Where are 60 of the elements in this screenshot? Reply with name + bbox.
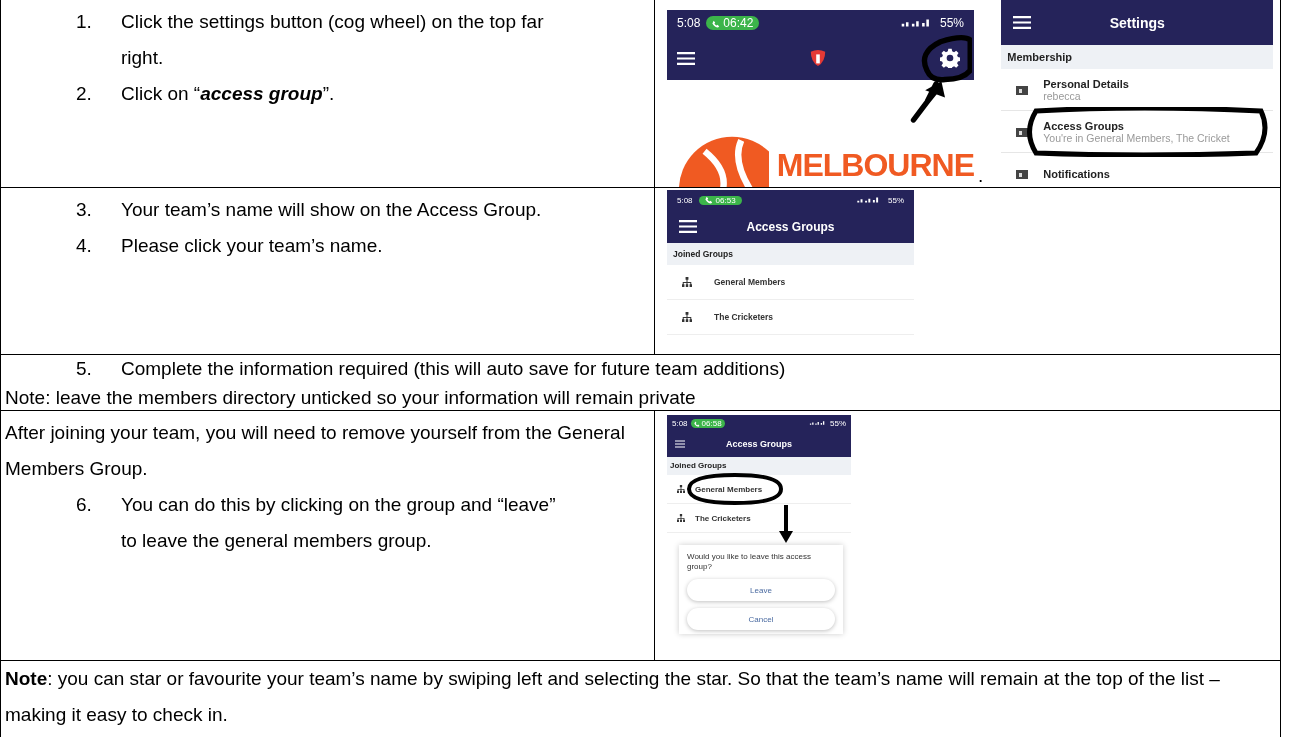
dialog-button[interactable]: Cancel [687, 608, 835, 630]
group-item[interactable]: General Members [667, 475, 851, 504]
hierarchy-icon [677, 485, 685, 493]
item-title: Notifications [1043, 167, 1110, 180]
step-number: 1. [76, 10, 93, 34]
note-text: Note: you can star or favourite your team’s name by swiping left and selecting the star. So that the team’s name will remain at the top of the list – making it easy to check in. [5, 667, 1221, 727]
status-time: 5:08 [672, 418, 688, 428]
phone-icon [693, 420, 700, 427]
step-text: You can do this by clicking on the group and “leave” to leave the general members group. [121, 493, 557, 553]
menu-icon[interactable] [679, 220, 697, 233]
hierarchy-icon [677, 514, 685, 522]
section-header: Joined Groups [667, 243, 914, 265]
group-item[interactable]: The Cricketers [667, 300, 914, 335]
item-subtitle: You're in General Members, The Cricket [1043, 131, 1230, 144]
section-header: Membership [1001, 45, 1274, 69]
step-text: Your team’s name will show on the Access Group. [121, 198, 542, 222]
settings-item[interactable]: Personal Details rebecca [1001, 69, 1274, 111]
dialog-question: Would you like to leave this access group? [687, 552, 812, 572]
step-text: Click on “access group”. [121, 82, 335, 106]
screen-title: Settings [1108, 14, 1166, 31]
battery-level: 55% [939, 16, 964, 30]
call-timer: 06:42 [723, 16, 754, 30]
stray-period: . [977, 165, 985, 187]
group-item[interactable]: General Members [667, 265, 914, 300]
step-number: 3. [76, 198, 93, 222]
status-time: 5:08 [677, 195, 693, 205]
instruction-text: After joining your team, you will need to remove yourself from the General Members Group. [4, 421, 626, 481]
menu-icon[interactable] [677, 51, 695, 65]
step-number: 6. [76, 493, 93, 517]
step-text: Click the settings button (cog wheel) on the top far right. [121, 10, 545, 70]
step-number: 2. [76, 82, 93, 106]
status-time: 5:08 [677, 16, 701, 30]
call-timer: 06:53 [715, 195, 736, 205]
item-title: Access Groups [1043, 119, 1125, 132]
call-timer: 06:58 [701, 418, 722, 428]
phone-icon [704, 195, 713, 204]
step-text: Please click your team’s name. [121, 234, 383, 258]
dialog-button[interactable]: Leave [687, 579, 835, 601]
hierarchy-icon [682, 277, 692, 287]
section-header: Joined Groups [667, 457, 851, 475]
step-number: 4. [76, 234, 93, 258]
screen-title: Access Groups [745, 219, 836, 234]
screen-title: Access Groups [725, 439, 793, 449]
step-text: Complete the information required (this will auto save for future team additions) [121, 357, 786, 381]
signal-icon [809, 420, 827, 426]
note-text: Note: leave the members directory unticked so your information will remain private [5, 386, 697, 410]
brand-name: MELBOURNE [776, 146, 974, 185]
menu-icon[interactable] [1013, 16, 1032, 29]
item-title: Personal Details [1043, 77, 1129, 90]
battery-level: 55% [830, 418, 846, 428]
item-subtitle: rebecca [1043, 89, 1082, 102]
settings-icon[interactable] [940, 48, 960, 68]
settings-item[interactable]: Access Groups You're in General Members, The Cricket [1001, 111, 1274, 153]
step-number: 5. [76, 357, 93, 381]
battery-level: 55% [888, 195, 904, 205]
annotation-arrow [779, 505, 793, 543]
hierarchy-icon [682, 312, 692, 322]
shield-logo-icon [808, 49, 827, 67]
settings-item[interactable]: Notifications [1001, 153, 1274, 187]
phone-icon [712, 20, 721, 28]
